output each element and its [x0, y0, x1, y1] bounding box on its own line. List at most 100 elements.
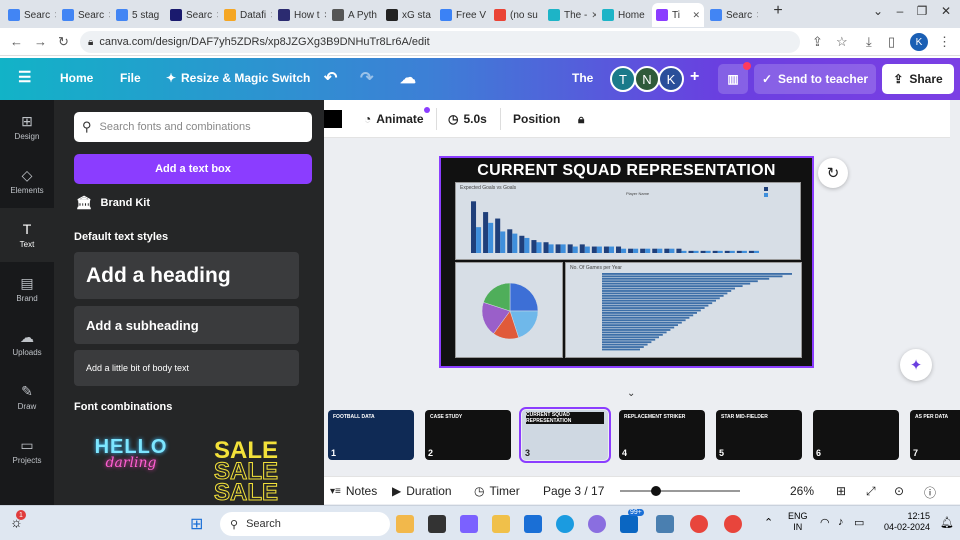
tab-close-icon[interactable]: ✕	[591, 10, 596, 21]
browser-tab[interactable]: Home ✕	[598, 3, 650, 27]
browser-tab[interactable]: (no su✕	[490, 3, 542, 27]
add-body-text-button[interactable]: Add a little bit of body text	[74, 350, 299, 386]
back-icon[interactable]: ←	[10, 34, 23, 49]
browser-tab[interactable]: Free V✕	[436, 3, 488, 27]
tab-close-icon[interactable]: ✕	[649, 10, 650, 21]
browser-tab[interactable]: Searc✕	[706, 3, 758, 27]
language-indicator[interactable]: ENG IN	[788, 511, 808, 533]
tab-close-icon[interactable]: ✕	[756, 10, 758, 21]
fullscreen-icon[interactable]: ⤢	[866, 484, 876, 499]
browser-tab[interactable]: Searc✕	[58, 3, 110, 27]
add-text-box-button[interactable]: Add a text box	[74, 154, 312, 184]
rail-item-elements[interactable]: ◇ Elements	[0, 154, 54, 208]
tab-close-icon[interactable]: ✕	[54, 10, 56, 21]
battery-icon[interactable]: ▭	[854, 516, 864, 529]
page-thumbnail[interactable]: 6	[813, 410, 899, 460]
color-swatch[interactable]	[324, 110, 342, 128]
rail-item-design[interactable]: ⊞ Design	[0, 100, 54, 154]
chevron-down-icon[interactable]: ⌄	[627, 388, 635, 399]
tab-close-icon[interactable]: ✕	[324, 10, 326, 21]
maximize-icon[interactable]: ❐	[912, 4, 932, 18]
collaborator-avatar[interactable]: K	[658, 66, 684, 92]
chrome-icon[interactable]	[690, 515, 708, 533]
position-button[interactable]: Position	[513, 112, 560, 126]
copilot-app-icon[interactable]	[588, 515, 606, 533]
page-thumbnail[interactable]: FOOTBALL DATA 1	[328, 410, 414, 460]
browser-menu-icon[interactable]: ⋮	[938, 34, 951, 50]
tab-search-icon[interactable]: ⌄	[868, 4, 888, 18]
share-page-icon[interactable]: ⇪	[812, 34, 823, 50]
sidebar-toggle-icon[interactable]: ▯	[888, 34, 895, 50]
clock[interactable]: 12:15 04-02-2024	[878, 511, 930, 533]
add-heading-button[interactable]: Add a heading	[74, 252, 299, 299]
slide-canvas[interactable]: CURRENT SQUAD REPRESENTATION Expected Go…	[439, 156, 814, 368]
windows-start-icon[interactable]: ⊞	[190, 514, 203, 534]
zoom-level[interactable]: 26%	[790, 484, 814, 498]
grid-view-icon[interactable]: ⊞	[836, 484, 846, 498]
page-thumbnail[interactable]: CASE STUDY 2	[425, 410, 511, 460]
page-thumbnail[interactable]: CURRENT SQUAD REPRESENTATION 3	[519, 407, 611, 463]
browser-tab[interactable]: Datafi✕	[220, 3, 272, 27]
resize-magic-switch-button[interactable]: Resize & Magic Switch	[181, 71, 310, 85]
rail-item-brand[interactable]: ▤ Brand	[0, 262, 54, 316]
chrome-icon[interactable]	[724, 515, 742, 533]
tab-close-icon[interactable]: ✕	[108, 10, 110, 21]
browser-tab[interactable]: A Pyth✕	[328, 3, 380, 27]
brand-kit-link[interactable]: 🏛︎ Brand Kit	[76, 195, 150, 211]
browser-tab[interactable]: Searc✕	[166, 3, 218, 27]
app-icon[interactable]	[656, 515, 674, 533]
wifi-icon[interactable]: ◠	[820, 516, 830, 529]
notes-button[interactable]: ▾≡ Notes	[330, 484, 377, 498]
magic-assistant-icon[interactable]: ✦	[900, 349, 932, 381]
font-combo-sale[interactable]: SALE SALE SALE	[196, 440, 296, 504]
tab-close-icon[interactable]: ✕	[270, 10, 272, 21]
duration-button[interactable]: ◷ 5.0s	[448, 112, 487, 126]
help-icon[interactable]: ⓘ	[924, 484, 936, 501]
browser-tab[interactable]: The - ✕	[544, 3, 596, 27]
page-thumbnail[interactable]: REPLACEMENT STRIKER 4	[619, 410, 705, 460]
page-thumbnail[interactable]: STAR MID-FIELDER 5	[716, 410, 802, 460]
notifications-icon[interactable]: 🔔︎	[940, 516, 954, 529]
undo-icon[interactable]: ↶	[324, 68, 337, 88]
download-icon[interactable]: ⤓	[866, 34, 872, 50]
file-menu[interactable]: File	[120, 71, 141, 85]
send-to-teacher-button[interactable]: ✓ Send to teacher	[754, 64, 876, 94]
edge-icon[interactable]	[556, 515, 574, 533]
new-tab-button[interactable]: +	[768, 2, 788, 20]
redo-icon[interactable]: ↷	[360, 68, 373, 88]
font-search-input[interactable]: ⚲ Search fonts and combinations	[74, 112, 312, 142]
url-field[interactable]: 🔒︎ canva.com/design/DAF7yh5ZDRs/xp8JZGXg…	[80, 31, 800, 53]
tab-close-icon[interactable]: ✕	[216, 10, 218, 21]
rail-item-text[interactable]: T Text	[0, 208, 54, 262]
home-link[interactable]: Home	[60, 71, 93, 85]
app-icon[interactable]	[524, 515, 542, 533]
app-icon[interactable]	[620, 515, 638, 533]
share-button[interactable]: ⇪ Share	[882, 64, 954, 94]
design-title[interactable]: The	[572, 71, 593, 85]
minimize-icon[interactable]: –	[890, 4, 910, 18]
refresh-icon[interactable]: ↻	[818, 158, 848, 188]
zoom-slider-thumb[interactable]	[651, 486, 661, 496]
duration-footer-button[interactable]: ▶︎ Duration	[392, 484, 452, 498]
tray-chevron-icon[interactable]: ⌃	[764, 516, 773, 529]
browser-tab[interactable]: Searc✕	[4, 3, 56, 27]
tab-close-icon[interactable]: ✕	[692, 10, 700, 21]
add-subheading-button[interactable]: Add a subheading	[74, 306, 299, 344]
bookmark-star-icon[interactable]: ☆	[836, 34, 848, 50]
menu-icon[interactable]: ☰	[18, 68, 31, 86]
copilot-icon[interactable]	[396, 515, 414, 533]
zoom-slider-track[interactable]	[620, 490, 740, 492]
cloud-saved-icon[interactable]: ☁	[400, 68, 416, 88]
page-thumbnail[interactable]: AS PER DATA 7	[910, 410, 960, 460]
lock-toggle-icon[interactable]: 🔒︎	[578, 112, 584, 127]
reload-icon[interactable]: ↻	[58, 34, 69, 50]
volume-icon[interactable]: ♪	[838, 516, 844, 528]
profile-avatar[interactable]: K	[910, 33, 928, 51]
browser-tab[interactable]: How t ✕	[274, 3, 326, 27]
timer-button[interactable]: ◷ Timer	[474, 484, 520, 498]
taskbar-search[interactable]: ⚲ Search	[220, 512, 390, 536]
check-icon[interactable]: ⊙	[894, 484, 904, 498]
task-view-icon[interactable]	[428, 515, 446, 533]
file-explorer-icon[interactable]	[492, 515, 510, 533]
page-indicator[interactable]: Page 3 / 17	[543, 484, 604, 498]
